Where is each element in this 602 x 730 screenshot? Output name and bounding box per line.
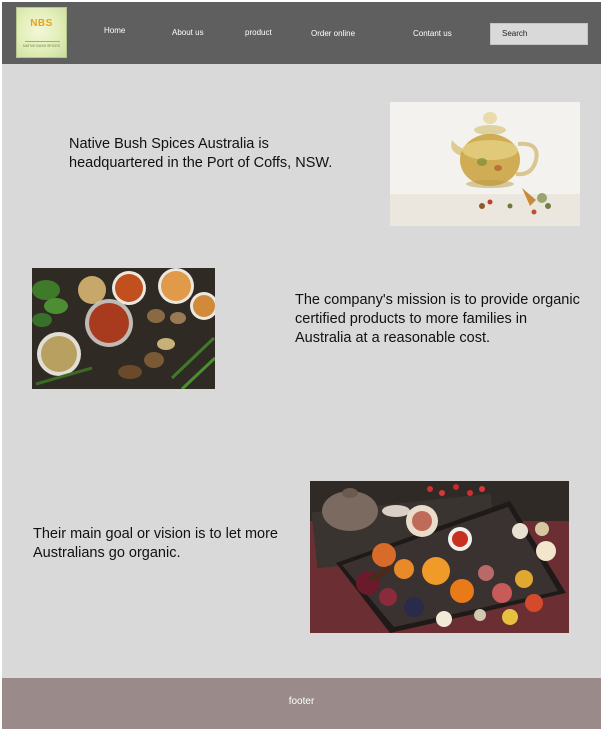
nav-home[interactable]: Home bbox=[104, 26, 125, 35]
navbar: NBS NATIVE BUSH SPICES Home About us pro… bbox=[2, 2, 601, 64]
logo-divider bbox=[25, 41, 60, 42]
logo-text: NBS bbox=[30, 18, 53, 29]
nav-about-us[interactable]: About us bbox=[172, 28, 204, 37]
teapot-photo bbox=[390, 102, 580, 226]
search-box[interactable]: Search bbox=[490, 23, 588, 45]
vision-text: Their main goal or vision is to let more… bbox=[33, 526, 278, 561]
dried-fruit-photo bbox=[310, 481, 569, 633]
logo[interactable]: NBS NATIVE BUSH SPICES bbox=[16, 7, 67, 58]
nav-order-online[interactable]: Order online bbox=[311, 29, 355, 38]
intro-text: Native Bush Spices Australia is headquar… bbox=[69, 136, 333, 171]
logo-subtext: NATIVE BUSH SPICES bbox=[23, 44, 60, 48]
nav-contact-us[interactable]: Contant us bbox=[413, 29, 452, 38]
spices-photo bbox=[32, 268, 215, 389]
footer: footer bbox=[2, 678, 601, 729]
search-label: Search bbox=[502, 29, 528, 38]
mission-text: The company's mission is to provide orga… bbox=[295, 292, 580, 346]
page: NBS NATIVE BUSH SPICES Home About us pro… bbox=[2, 2, 601, 729]
nav-product[interactable]: product bbox=[245, 28, 272, 37]
footer-text: footer bbox=[288, 696, 315, 707]
